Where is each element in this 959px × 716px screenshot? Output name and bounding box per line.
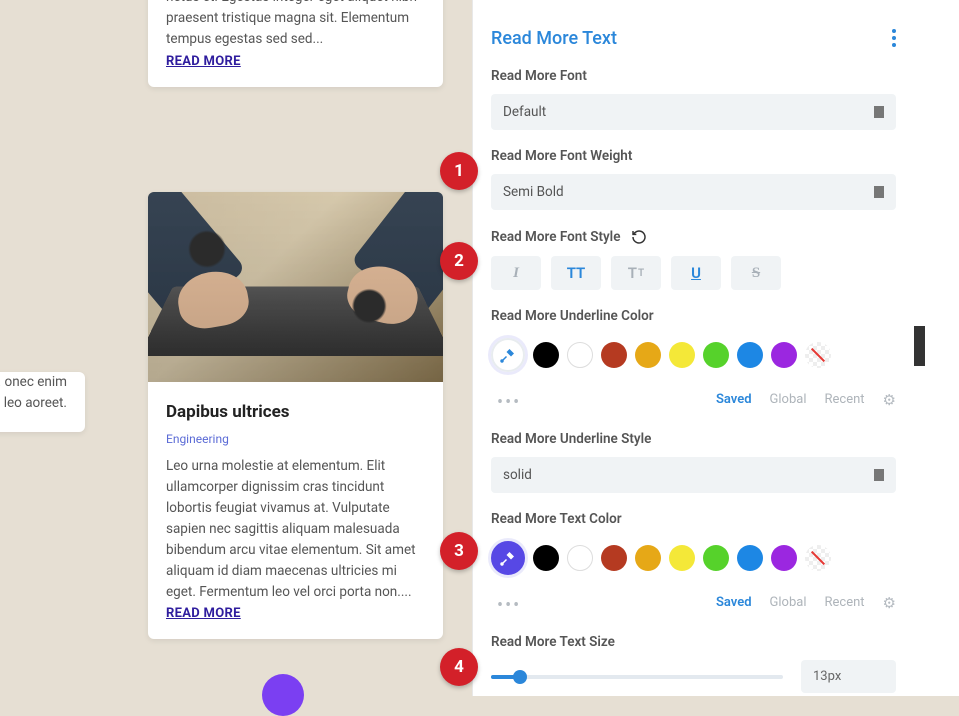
smallcaps-button[interactable]: TT — [611, 256, 661, 290]
floating-action-button[interactable] — [262, 674, 304, 716]
panel-title[interactable]: Read More Text — [491, 28, 617, 49]
card-excerpt: libero justo amet nisl ltricies. onec en… — [0, 372, 67, 414]
swatch-black[interactable] — [533, 545, 559, 571]
step-badge-4: 4 — [440, 648, 478, 686]
gear-icon[interactable]: ⚙ — [883, 391, 896, 409]
swatch-orange[interactable] — [635, 545, 661, 571]
chevron-updown-icon — [876, 470, 884, 480]
read-more-link[interactable]: READ MORE — [166, 54, 241, 69]
label-font-weight: Read More Font Weight — [491, 148, 896, 164]
chevron-updown-icon — [876, 107, 884, 117]
swatch-darkred[interactable] — [601, 342, 627, 368]
chevron-updown-icon — [876, 187, 884, 197]
slider-thumb[interactable] — [513, 670, 527, 684]
select-underline-style[interactable]: solid — [491, 457, 896, 493]
size-value-input[interactable]: 13px — [801, 660, 896, 693]
tab-global[interactable]: Global — [770, 595, 807, 610]
label-font-style: Read More Font Style — [491, 229, 620, 245]
preview-area: s aliqua. cibus nisl. dui id. Sem conseq… — [0, 0, 470, 696]
color-picker-button[interactable] — [491, 541, 525, 575]
reset-icon[interactable] — [630, 228, 648, 246]
field-font-weight: Read More Font Weight Semi Bold — [491, 148, 896, 210]
card-title[interactable]: Dapibus ultrices — [166, 402, 425, 422]
label-text-color: Read More Text Color — [491, 511, 896, 527]
step-badge-3: 3 — [440, 532, 478, 570]
swatch-purple[interactable] — [771, 545, 797, 571]
gear-icon[interactable]: ⚙ — [883, 594, 896, 612]
label-font: Read More Font — [491, 68, 896, 84]
card-excerpt: consequat semper viverra. Feugiat in ant… — [166, 0, 425, 50]
select-font[interactable]: Default — [491, 94, 896, 130]
settings-panel: Read More Text Read More Font Default Re… — [472, 0, 914, 696]
uppercase-button[interactable]: TT — [551, 256, 601, 290]
card-excerpt: Leo urna molestie at elementum. Elit ull… — [166, 456, 425, 602]
label-underline-style: Read More Underline Style — [491, 431, 896, 447]
field-underline-style: Read More Underline Style solid — [491, 431, 896, 493]
italic-button[interactable]: I — [491, 256, 541, 290]
swatch-transparent[interactable] — [805, 545, 831, 571]
swatch-darkred[interactable] — [601, 545, 627, 571]
panel-kebab-menu[interactable] — [892, 26, 896, 50]
step-badge-1: 1 — [440, 152, 478, 190]
swatch-yellow[interactable] — [669, 342, 695, 368]
field-font-style: Read More Font Style I TT TT U S — [491, 228, 896, 290]
swatch-purple[interactable] — [771, 342, 797, 368]
more-dots-icon[interactable]: ••• — [497, 595, 521, 616]
swatch-green[interactable] — [703, 545, 729, 571]
tab-recent[interactable]: Recent — [825, 595, 865, 610]
blog-card-top: consequat semper viverra. Feugiat in ant… — [148, 0, 443, 87]
swatch-blue[interactable] — [737, 545, 763, 571]
blog-card-partial-left: libero justo amet nisl ltricies. onec en… — [0, 372, 85, 432]
tab-saved[interactable]: Saved — [716, 595, 752, 610]
swatch-green[interactable] — [703, 342, 729, 368]
field-text-size: Read More Text Size 13px — [491, 634, 896, 693]
label-underline-color: Read More Underline Color — [491, 308, 896, 324]
label-text-size: Read More Text Size — [491, 634, 896, 650]
step-badge-2: 2 — [440, 242, 478, 280]
swatch-transparent[interactable] — [805, 342, 831, 368]
card-category[interactable]: Engineering — [166, 432, 425, 446]
swatch-orange[interactable] — [635, 342, 661, 368]
panel-resize-handle[interactable] — [914, 326, 925, 366]
tab-global[interactable]: Global — [770, 392, 807, 407]
field-text-color: Read More Text Color ••• Saved Global Re… — [491, 511, 896, 616]
color-picker-button[interactable] — [491, 338, 525, 372]
field-font: Read More Font Default — [491, 68, 896, 130]
more-dots-icon[interactable]: ••• — [497, 392, 521, 413]
swatch-white[interactable] — [567, 342, 593, 368]
size-slider[interactable] — [491, 675, 783, 679]
swatch-black[interactable] — [533, 342, 559, 368]
card-image — [148, 192, 443, 382]
tab-recent[interactable]: Recent — [825, 392, 865, 407]
field-underline-color: Read More Underline Color ••• Saved Glob… — [491, 308, 896, 413]
select-font-weight[interactable]: Semi Bold — [491, 174, 896, 210]
blog-card-main: Dapibus ultrices Engineering Leo urna mo… — [148, 192, 443, 639]
swatch-blue[interactable] — [737, 342, 763, 368]
swatch-yellow[interactable] — [669, 545, 695, 571]
strikethrough-button[interactable]: S — [731, 256, 781, 290]
swatch-white[interactable] — [567, 545, 593, 571]
tab-saved[interactable]: Saved — [716, 392, 752, 407]
read-more-link[interactable]: READ MORE — [166, 606, 241, 621]
underline-button[interactable]: U — [671, 256, 721, 290]
